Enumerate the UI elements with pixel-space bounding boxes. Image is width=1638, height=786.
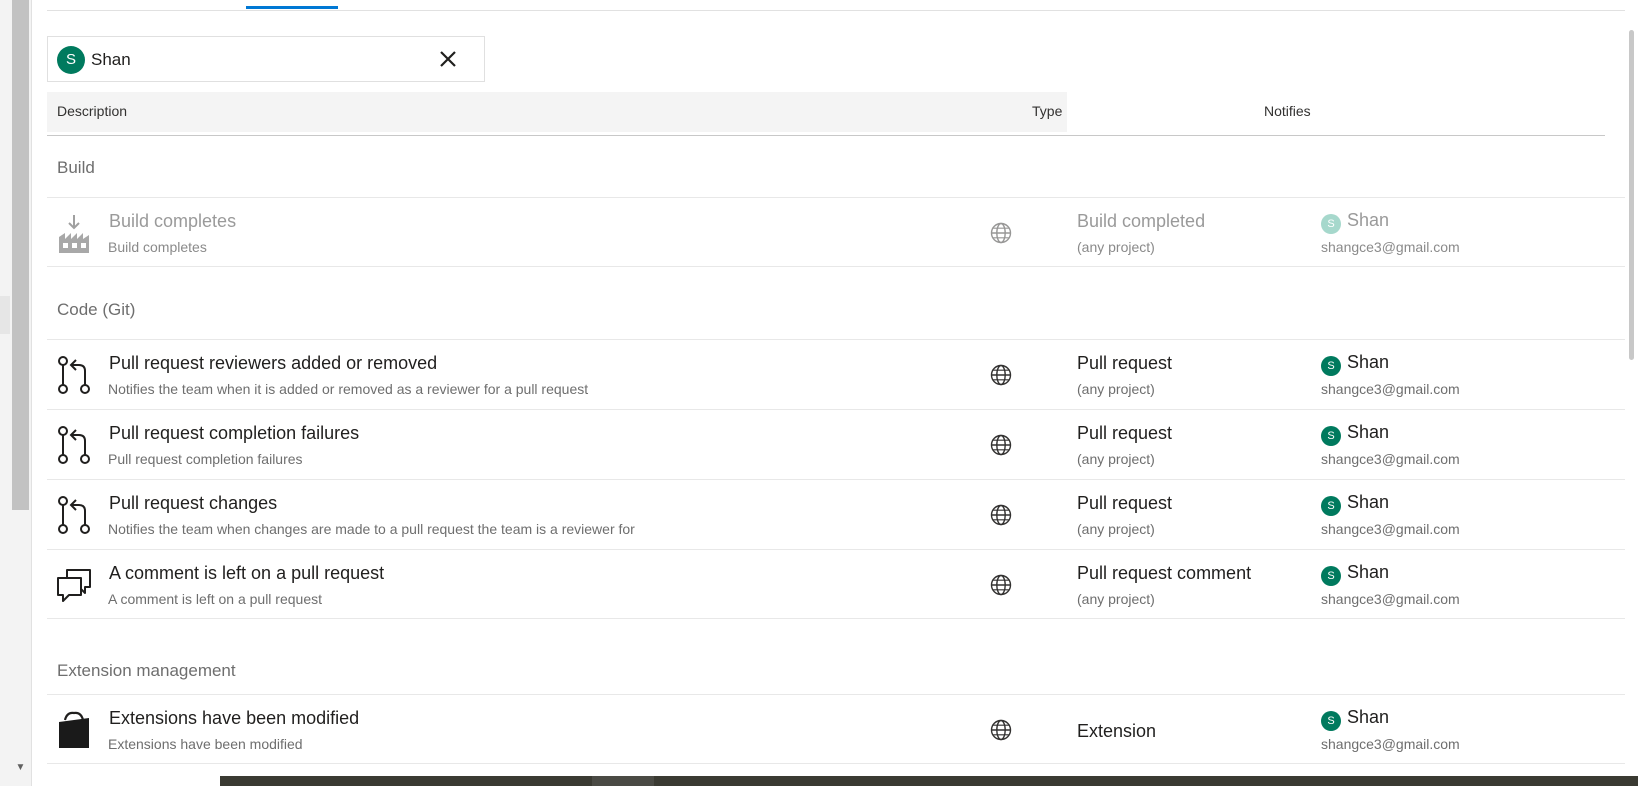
- subscription-row[interactable]: Pull request reviewers added or removed …: [47, 339, 1625, 409]
- globe-icon: [989, 503, 1013, 527]
- subscription-type: Build completed: [1077, 211, 1206, 231]
- pull-request-icon: [55, 495, 93, 535]
- notify-name: Shan: [1347, 352, 1390, 372]
- avatar: S: [1321, 356, 1341, 376]
- subscription-title: Build completes: [109, 211, 237, 231]
- subscription-description: Pull request completion failures: [108, 451, 303, 467]
- description-header-cell[interactable]: [47, 92, 1067, 132]
- notify-email: shangce3@gmail.com: [1321, 591, 1460, 607]
- subscription-description: Build completes: [108, 239, 207, 255]
- notify-name: Shan: [1347, 562, 1390, 582]
- notify-name: Shan: [1347, 707, 1390, 727]
- tab-bar-divider: [47, 10, 1625, 11]
- column-header-notifies[interactable]: Notifies: [1264, 103, 1311, 119]
- avatar: S: [1321, 711, 1341, 731]
- scroll-down-arrow-icon[interactable]: ▼: [12, 760, 29, 776]
- subscription-scope: (any project): [1077, 521, 1155, 537]
- subscriber-filter[interactable]: S Shan: [47, 36, 485, 82]
- subscription-description: Extensions have been modified: [108, 736, 303, 752]
- column-header-type[interactable]: Type: [1032, 103, 1062, 119]
- close-icon[interactable]: [436, 47, 460, 71]
- subscription-description: Notifies the team when changes are made …: [108, 521, 635, 537]
- globe-icon: [989, 718, 1013, 742]
- pull-request-icon: [55, 425, 93, 465]
- subscription-type: Pull request: [1077, 353, 1173, 373]
- globe-icon: [989, 363, 1013, 387]
- notify-email: shangce3@gmail.com: [1321, 451, 1460, 467]
- subscription-scope: (any project): [1077, 591, 1155, 607]
- scrollbar-notch: [0, 296, 10, 334]
- notify-email: shangce3@gmail.com: [1321, 381, 1460, 397]
- comment-icon: [55, 565, 93, 605]
- subscription-type: Pull request: [1077, 493, 1173, 513]
- group-title-code-git: Code (Git): [57, 300, 136, 319]
- subscription-row[interactable]: Build completes Build completes Build co…: [47, 197, 1625, 267]
- subscription-scope: (any project): [1077, 239, 1155, 255]
- avatar: S: [1321, 496, 1341, 516]
- subscription-description: A comment is left on a pull request: [108, 591, 322, 607]
- extension-bag-icon: [55, 710, 93, 750]
- subscription-title: Pull request completion failures: [109, 423, 360, 443]
- table-header: Description Type Notifies: [47, 92, 1605, 136]
- inner-scrollbar-thumb[interactable]: [1629, 30, 1634, 360]
- filter-avatar: S: [57, 46, 85, 74]
- subscription-row[interactable]: A comment is left on a pull request A co…: [47, 549, 1625, 619]
- subscription-scope: (any project): [1077, 381, 1155, 397]
- globe-icon: [989, 221, 1013, 245]
- inner-scrollbar[interactable]: [1625, 0, 1638, 786]
- subscription-title: Extensions have been modified: [109, 708, 360, 728]
- group-title-build: Build: [57, 158, 95, 177]
- active-tab-indicator: [246, 6, 338, 9]
- subscription-row[interactable]: Pull request completion failures Pull re…: [47, 409, 1625, 479]
- notify-name: Shan: [1347, 492, 1390, 512]
- outer-scrollbar-thumb[interactable]: [12, 0, 29, 510]
- notify-name: Shan: [1347, 422, 1390, 442]
- avatar: S: [1321, 426, 1341, 446]
- avatar: S: [1321, 214, 1341, 234]
- subscription-description: Notifies the team when it is added or re…: [108, 381, 589, 397]
- pull-request-icon: [55, 355, 93, 395]
- subscription-title: Pull request reviewers added or removed: [109, 353, 438, 373]
- subscription-title: Pull request changes: [109, 493, 278, 513]
- globe-icon: [989, 433, 1013, 457]
- build-icon: [55, 213, 93, 253]
- subscription-scope: (any project): [1077, 451, 1155, 467]
- subscription-row[interactable]: Extensions have been modified Extensions…: [47, 694, 1625, 764]
- notify-email: shangce3@gmail.com: [1321, 239, 1460, 255]
- subscription-type: Pull request comment: [1077, 563, 1252, 583]
- subscription-title: A comment is left on a pull request: [109, 563, 385, 583]
- notify-email: shangce3@gmail.com: [1321, 736, 1460, 752]
- globe-icon: [989, 573, 1013, 597]
- avatar: S: [1321, 566, 1341, 586]
- group-title-extension-management: Extension management: [57, 661, 236, 680]
- subscription-type: Pull request: [1077, 423, 1173, 443]
- notify-email: shangce3@gmail.com: [1321, 521, 1460, 537]
- subscription-row[interactable]: Pull request changes Notifies the team w…: [47, 479, 1625, 549]
- subscription-type: Extension: [1077, 721, 1157, 741]
- notify-name: Shan: [1347, 210, 1390, 230]
- column-header-description[interactable]: Description: [57, 103, 127, 119]
- filter-name: Shan: [91, 50, 131, 69]
- outer-scrollbar[interactable]: ▼: [0, 0, 32, 786]
- bottom-background-strip: [220, 776, 1638, 786]
